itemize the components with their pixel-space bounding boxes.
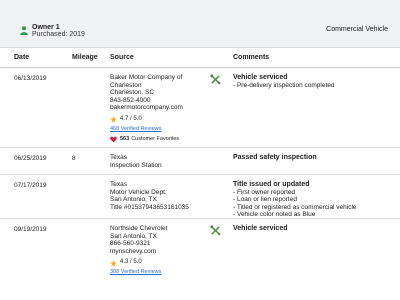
star-icon	[110, 116, 117, 123]
comment-line: - First owner reported	[233, 188, 296, 196]
rating-value: 4.7 / 5.0	[120, 115, 142, 122]
source-line: San Antonio, TX	[110, 196, 157, 204]
record-comment: Passed safety inspection	[233, 154, 317, 162]
purchase-year: Purchased: 2019	[32, 31, 85, 38]
record-source: Texas Inspection Station	[110, 154, 162, 169]
source-line: 866-560-9321	[110, 240, 151, 248]
wrench-icon	[210, 74, 221, 85]
owner-header: Owner 1 Purchased: 2019 Commercial Vehic…	[0, 0, 400, 48]
comment-title: Passed safety inspection	[233, 154, 317, 161]
source-line: Charleston, SC	[110, 89, 155, 97]
star-icon	[110, 259, 117, 267]
favorites-label: Customer Favorites	[131, 136, 180, 143]
customer-favorites: 563 Customer Favorites	[110, 136, 183, 144]
source-line: Northside Chevrolet	[110, 225, 168, 232]
source-line: 843-852-4000	[110, 96, 151, 104]
source-website[interactable]: mynschevy.com	[110, 248, 167, 256]
comment-line: - Titled or registered as commercial veh…	[233, 203, 357, 211]
comment-title: Vehicle serviced	[233, 74, 288, 81]
column-header-date: Date	[14, 54, 30, 61]
record-date: 07/17/2019	[14, 182, 47, 189]
record-source: Texas Motor Vehicle Dept. San Antonio, T…	[110, 181, 189, 211]
source-line: Texas	[110, 154, 127, 161]
table-row: 06/13/2019 Baker Motor Company of Charle…	[0, 68, 400, 148]
table-row: 07/17/2019 Texas Motor Vehicle Dept. San…	[0, 175, 400, 219]
comment-line: - Pre-delivery inspection completed	[233, 81, 335, 89]
record-comment: Vehicle serviced	[233, 225, 287, 233]
source-line: Charleston	[110, 81, 142, 89]
record-comment: Title issued or updated - First owner re…	[233, 181, 357, 219]
record-source: Baker Motor Company of Charleston Charle…	[110, 74, 183, 144]
column-header-comments: Comments	[233, 54, 270, 61]
source-line: San Antonio, TX	[110, 232, 157, 240]
comment-title: Title issued or updated	[233, 181, 310, 188]
verified-reviews-link[interactable]: 308 Verified Reviews	[110, 269, 167, 277]
table-row: 09/19/2019 Northside Chevrolet San Anton…	[0, 219, 400, 300]
source-rating: 4.7 / 5.0	[110, 116, 183, 124]
column-header-source: Source	[110, 54, 134, 61]
record-source: Northside Chevrolet San Antonio, TX 866-…	[110, 225, 167, 277]
heart-icon	[110, 137, 117, 143]
source-line: Title #01537943653161035	[110, 203, 189, 211]
comment-line: - Vehicle color noted as Blue	[233, 211, 316, 219]
favorites-count: 563	[120, 136, 130, 143]
wrench-icon	[210, 225, 221, 236]
vehicle-type: Commercial Vehicle	[326, 26, 388, 33]
rating-value: 4.3 / 5.0	[120, 259, 142, 266]
verified-reviews-link[interactable]: 468 Verified Reviews	[110, 126, 183, 134]
table-header: Date Mileage Source Comments	[0, 48, 400, 68]
table-row: 06/25/2019 8 Texas Inspection Station Pa…	[0, 148, 400, 175]
owner-title: Owner 1	[32, 24, 60, 31]
column-header-mileage: Mileage	[72, 54, 98, 61]
record-mileage: 8	[72, 155, 76, 162]
record-date: 09/19/2019	[14, 226, 47, 233]
record-date: 06/13/2019	[14, 75, 47, 82]
person-icon	[20, 26, 28, 35]
source-line: Motor Vehicle Dept.	[110, 188, 167, 196]
record-date: 06/25/2019	[14, 155, 47, 162]
source-line: Inspection Station	[110, 161, 162, 169]
record-comment: Vehicle serviced - Pre-delivery inspecti…	[233, 74, 335, 89]
source-rating: 4.3 / 5.0	[110, 259, 167, 267]
source-line: Texas	[110, 181, 127, 188]
comment-line: - Loan or lien reported	[233, 196, 297, 204]
source-line: Baker Motor Company of	[110, 74, 183, 81]
comment-title: Vehicle serviced	[233, 225, 288, 232]
source-website[interactable]: bakermotorcompany.com	[110, 104, 183, 112]
